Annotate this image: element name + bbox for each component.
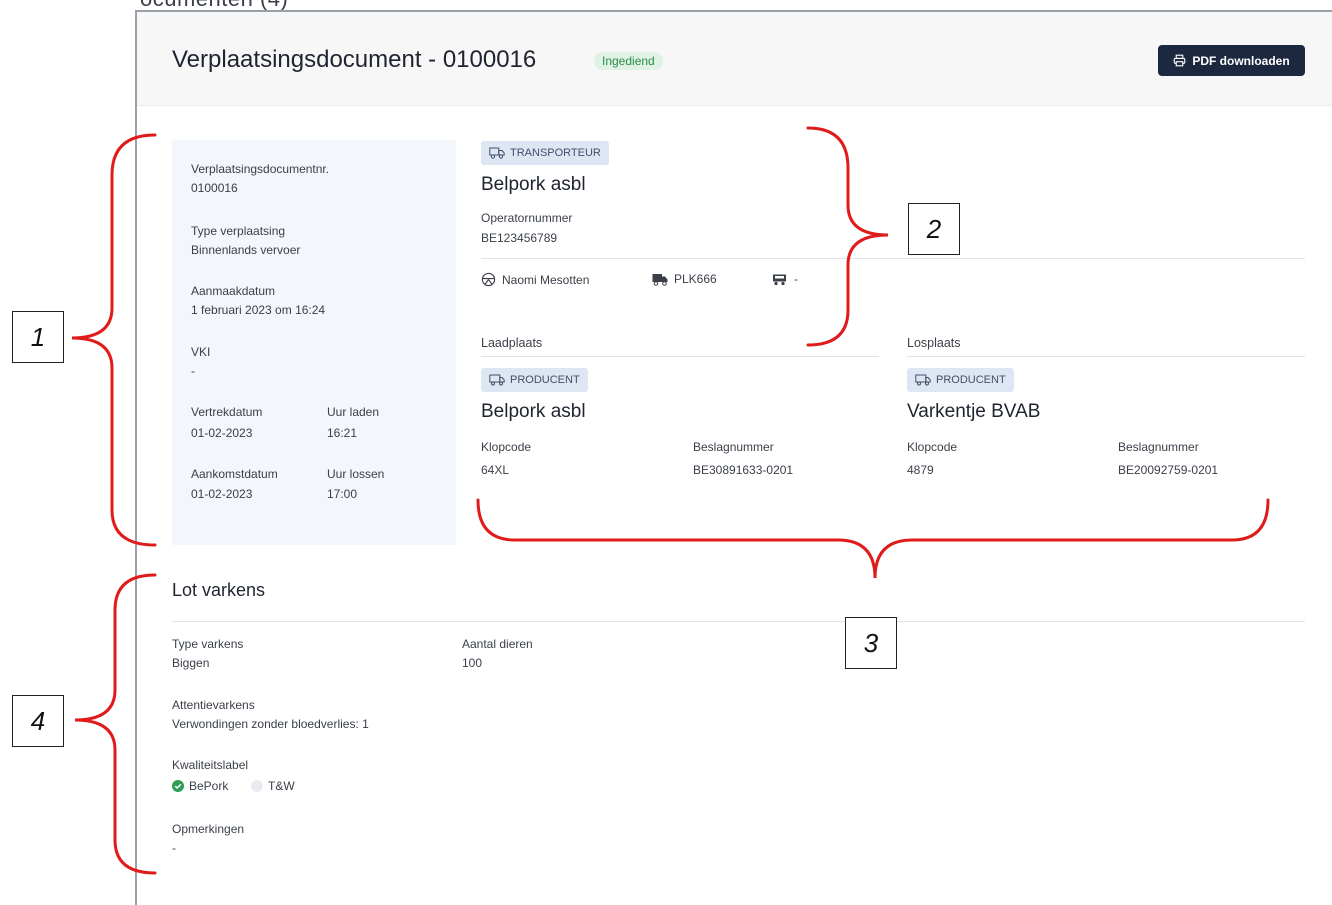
- annotation-label-4: 4: [12, 695, 64, 747]
- annotation-label-1: 1: [12, 311, 64, 363]
- annotation-bracket-2: [806, 126, 889, 347]
- annotation-bracket-3: [476, 498, 1270, 579]
- annotation-label-2: 2: [908, 203, 960, 255]
- annotation-bracket-1: [71, 133, 157, 547]
- annotation-bracket-4: [74, 573, 157, 875]
- annotation-overlay: [71, 126, 1270, 875]
- annotation-label-3: 3: [845, 617, 897, 669]
